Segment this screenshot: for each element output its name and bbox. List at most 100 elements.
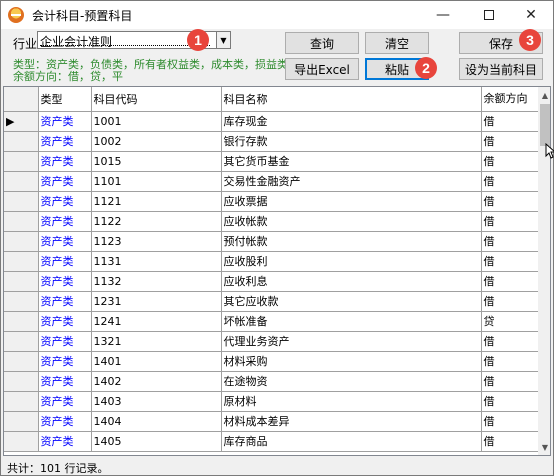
row-header[interactable] [4, 351, 39, 372]
table-row[interactable]: 资产类 1122 应收帐款借 [4, 211, 539, 232]
cell-balance[interactable]: 借 [481, 211, 539, 232]
cell-balance[interactable]: 借 [481, 411, 539, 432]
cell-type[interactable]: 资产类 [38, 431, 92, 452]
cell-code[interactable]: 1404 [91, 411, 222, 432]
cell-code[interactable]: 1405 [91, 431, 222, 452]
minimize-button[interactable]: — [421, 1, 465, 29]
cell-name[interactable]: 交易性金融资产 [221, 171, 482, 192]
cell-balance[interactable]: 借 [481, 271, 539, 292]
table-row[interactable]: 资产类 1401 材料采购借 [4, 351, 539, 372]
cell-name[interactable]: 应收股利 [221, 251, 482, 272]
row-header[interactable] [4, 191, 39, 212]
cell-type[interactable]: 资产类 [38, 411, 92, 432]
cell-type[interactable]: 资产类 [38, 151, 92, 172]
cell-code[interactable]: 1402 [91, 371, 222, 392]
row-header[interactable] [4, 371, 39, 392]
cell-type[interactable]: 资产类 [38, 311, 92, 332]
table-row[interactable]: 资产类 1015 其它货币基金借 [4, 151, 539, 172]
query-button[interactable]: 查询 [285, 32, 359, 54]
cell-balance[interactable]: 借 [481, 191, 539, 212]
title-bar[interactable]: 会计科目-预置科目 — ✕ [1, 1, 553, 29]
cell-code[interactable]: 1321 [91, 331, 222, 352]
row-header[interactable] [4, 231, 39, 252]
cell-name[interactable]: 坏帐准备 [221, 311, 482, 332]
cell-code[interactable]: 1015 [91, 151, 222, 172]
cell-type[interactable]: 资产类 [38, 371, 92, 392]
cell-balance[interactable]: 借 [481, 171, 539, 192]
column-header-code[interactable]: 科目代码 [91, 87, 222, 112]
cell-type[interactable]: 资产类 [38, 111, 92, 132]
table-row[interactable]: 资产类 1132 应收利息借 [4, 271, 539, 292]
row-header[interactable] [4, 391, 39, 412]
cell-name[interactable]: 其它货币基金 [221, 151, 482, 172]
scroll-thumb[interactable] [540, 104, 550, 146]
cell-balance[interactable]: 借 [481, 391, 539, 412]
clear-button[interactable]: 清空 [365, 32, 429, 54]
cell-name[interactable]: 库存商品 [221, 431, 482, 452]
cell-name[interactable]: 材料成本差异 [221, 411, 482, 432]
cell-name[interactable]: 材料采购 [221, 351, 482, 372]
cell-type[interactable]: 资产类 [38, 231, 92, 252]
row-header[interactable] [4, 271, 39, 292]
cell-type[interactable]: 资产类 [38, 251, 92, 272]
cell-code[interactable]: 1401 [91, 351, 222, 372]
cell-type[interactable]: 资产类 [38, 351, 92, 372]
cell-name[interactable]: 预付帐款 [221, 231, 482, 252]
table-row[interactable]: 资产类 1321 代理业务资产借 [4, 331, 539, 352]
cell-code[interactable]: 1131 [91, 251, 222, 272]
maximize-button[interactable] [467, 1, 511, 29]
cell-balance[interactable]: 借 [481, 371, 539, 392]
row-header[interactable]: ▶ [4, 111, 39, 132]
table-row[interactable]: 资产类 1241 坏帐准备贷 [4, 311, 539, 332]
scroll-down-icon[interactable]: ▼ [538, 439, 550, 455]
cell-balance[interactable]: 借 [481, 291, 539, 312]
export-excel-button[interactable]: 导出Excel [285, 58, 359, 80]
cell-balance[interactable]: 借 [481, 331, 539, 352]
row-header[interactable] [4, 311, 39, 332]
table-row[interactable]: 资产类 1405 库存商品借 [4, 431, 539, 452]
cell-code[interactable]: 1101 [91, 171, 222, 192]
cell-name[interactable]: 应收帐款 [221, 211, 482, 232]
cell-balance[interactable]: 借 [481, 351, 539, 372]
cell-name[interactable]: 其它应收款 [221, 291, 482, 312]
cell-balance[interactable]: 借 [481, 231, 539, 252]
cell-type[interactable]: 资产类 [38, 131, 92, 152]
row-header[interactable] [4, 151, 39, 172]
cell-code[interactable]: 1002 [91, 131, 222, 152]
column-header-balance[interactable]: 余额方向 [481, 87, 539, 112]
row-header[interactable] [4, 211, 39, 232]
scroll-up-icon[interactable]: ▲ [538, 87, 550, 103]
cell-name[interactable]: 在途物资 [221, 371, 482, 392]
table-row[interactable]: 资产类 1231 其它应收款借 [4, 291, 539, 312]
row-header[interactable] [4, 331, 39, 352]
accounts-grid[interactable]: 类型 科目代码 科目名称 余额方向 ▶ 资产类 1001 库存现金借资产类 1002 银行… [3, 86, 551, 456]
table-row[interactable]: 资产类 1123 预付帐款借 [4, 231, 539, 252]
row-header[interactable] [4, 131, 39, 152]
column-header-type[interactable]: 类型 [38, 87, 92, 112]
row-header[interactable] [4, 171, 39, 192]
cell-name[interactable]: 银行存款 [221, 131, 482, 152]
cell-balance[interactable]: 借 [481, 431, 539, 452]
cell-type[interactable]: 资产类 [38, 391, 92, 412]
cell-code[interactable]: 1132 [91, 271, 222, 292]
cell-name[interactable]: 应收利息 [221, 271, 482, 292]
cell-balance[interactable]: 借 [481, 251, 539, 272]
cell-code[interactable]: 1123 [91, 231, 222, 252]
row-header[interactable] [4, 291, 39, 312]
cell-name[interactable]: 原材料 [221, 391, 482, 412]
cell-code[interactable]: 1121 [91, 191, 222, 212]
cell-code[interactable]: 1122 [91, 211, 222, 232]
cell-name[interactable]: 应收票据 [221, 191, 482, 212]
cell-name[interactable]: 代理业务资产 [221, 331, 482, 352]
table-row[interactable]: 资产类 1402 在途物资借 [4, 371, 539, 392]
column-header-name[interactable]: 科目名称 [221, 87, 482, 112]
cell-type[interactable]: 资产类 [38, 171, 92, 192]
row-header[interactable] [4, 251, 39, 272]
close-button[interactable]: ✕ [509, 1, 553, 29]
cell-balance[interactable]: 借 [481, 151, 539, 172]
row-header[interactable] [4, 411, 39, 432]
cell-type[interactable]: 资产类 [38, 211, 92, 232]
cell-code[interactable]: 1403 [91, 391, 222, 412]
cell-type[interactable]: 资产类 [38, 331, 92, 352]
table-row[interactable]: 资产类 1403 原材料借 [4, 391, 539, 412]
